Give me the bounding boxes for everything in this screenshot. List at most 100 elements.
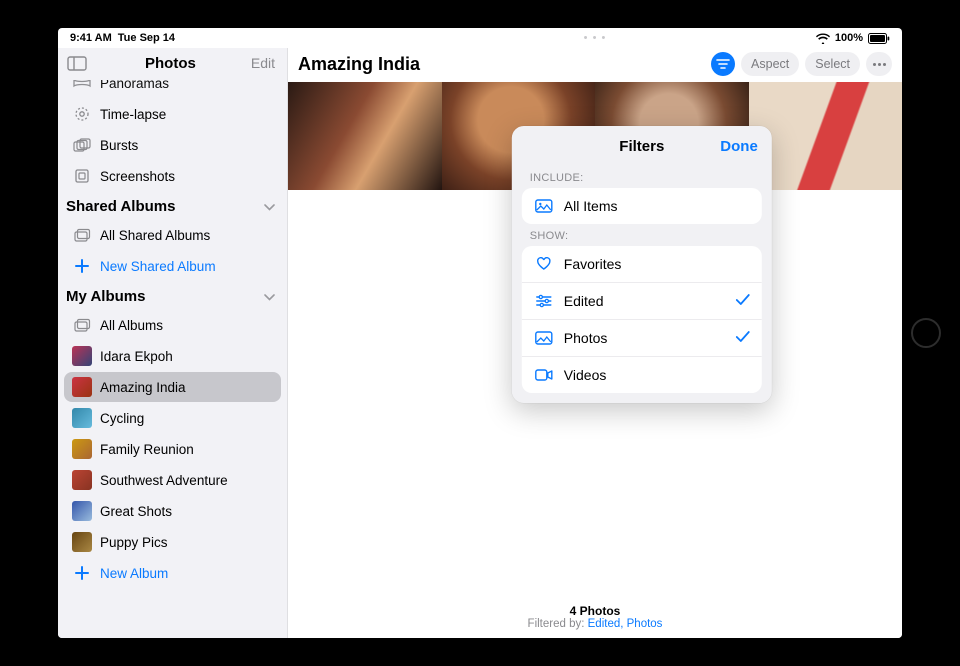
select-button[interactable]: Select: [805, 52, 860, 76]
sidebar-album-family-reunion[interactable]: Family Reunion: [64, 434, 281, 464]
battery-percent: 100%: [835, 32, 863, 44]
filter-videos[interactable]: Videos: [522, 356, 762, 393]
filter-summary: Filtered by: Edited, Photos: [288, 618, 902, 630]
content-footer: 4 Photos Filtered by: Edited, Photos: [288, 604, 902, 630]
chevron-down-icon: [264, 288, 275, 305]
photo-icon: [534, 328, 554, 348]
sidebar-scroll[interactable]: Panoramas Time-lapse Bursts Screens: [58, 80, 287, 638]
album-thumb: [72, 377, 92, 397]
status-time: 9:41 AM: [70, 32, 112, 44]
sidebar-item-label: Southwest Adventure: [100, 473, 228, 488]
section-shared-albums[interactable]: Shared Albums: [58, 192, 287, 219]
sidebar-item-panoramas[interactable]: Panoramas: [64, 80, 281, 98]
popover-title: Filters: [619, 138, 664, 155]
filter-favorites[interactable]: Favorites: [522, 246, 762, 282]
stack-icon: [72, 315, 92, 335]
photo-thumbnail[interactable]: [288, 82, 442, 190]
photo-count: 4 Photos: [288, 604, 902, 618]
heart-icon: [534, 254, 554, 274]
status-bar: 9:41 AM Tue Sep 14 100%: [58, 28, 902, 48]
sidebar-album-great-shots[interactable]: Great Shots: [64, 496, 281, 526]
panoramas-icon: [72, 80, 92, 93]
album-thumb: [72, 439, 92, 459]
section-label: My Albums: [66, 288, 145, 305]
status-date: Tue Sep 14: [118, 32, 175, 44]
sidebar-title: Photos: [145, 55, 196, 72]
sidebar: Photos Edit Panoramas Time-lapse: [58, 48, 288, 638]
plus-icon: [72, 256, 92, 276]
multitask-grabber[interactable]: • • •: [584, 32, 607, 44]
sidebar-item-all-albums[interactable]: All Albums: [64, 310, 281, 340]
sidebar-item-all-shared[interactable]: All Shared Albums: [64, 220, 281, 250]
sidebar-item-label: New Shared Album: [100, 259, 216, 274]
filter-button[interactable]: [711, 52, 735, 76]
sidebar-item-label: Cycling: [100, 411, 144, 426]
checkmark-icon: [736, 293, 750, 309]
album-thumb: [72, 532, 92, 552]
sidebar-album-southwest[interactable]: Southwest Adventure: [64, 465, 281, 495]
sidebar-item-bursts[interactable]: Bursts: [64, 130, 281, 160]
filters-popover: Filters Done INCLUDE: All Items SHOW:: [512, 126, 772, 403]
filter-all-items[interactable]: All Items: [522, 188, 762, 224]
filter-prefix: Filtered by:: [528, 618, 588, 630]
row-label: Photos: [564, 330, 608, 346]
sidebar-item-label: Panoramas: [100, 80, 169, 91]
wifi-icon: [816, 33, 830, 44]
aspect-label: Aspect: [751, 57, 789, 71]
album-thumb: [72, 470, 92, 490]
filter-icon: [716, 58, 730, 70]
checkmark-icon: [736, 330, 750, 346]
sidebar-toggle-icon[interactable]: [64, 53, 90, 73]
row-label: All Items: [564, 198, 618, 214]
sidebar-item-label: Family Reunion: [100, 442, 194, 457]
sidebar-album-puppy-pics[interactable]: Puppy Pics: [64, 527, 281, 557]
sidebar-header: Photos Edit: [58, 48, 287, 80]
row-label: Favorites: [564, 256, 622, 272]
sidebar-new-shared-album[interactable]: New Shared Album: [64, 251, 281, 281]
show-label: SHOW:: [512, 224, 772, 246]
popover-header: Filters Done: [512, 126, 772, 166]
sliders-icon: [534, 291, 554, 311]
section-my-albums[interactable]: My Albums: [58, 282, 287, 309]
sidebar-item-label: Bursts: [100, 138, 138, 153]
home-button[interactable]: [911, 318, 941, 348]
sidebar-edit-button[interactable]: Edit: [251, 55, 275, 71]
all-items-icon: [534, 196, 554, 216]
plus-icon: [72, 563, 92, 583]
video-icon: [534, 365, 554, 385]
content-header: Amazing India Aspect Select: [288, 48, 902, 82]
chevron-down-icon: [264, 198, 275, 215]
more-button[interactable]: [866, 52, 892, 76]
sidebar-item-label: Amazing India: [100, 380, 186, 395]
content: • • • Amazing India Aspect Select: [288, 48, 902, 638]
filter-edited[interactable]: Edited: [522, 282, 762, 319]
done-button[interactable]: Done: [720, 138, 758, 155]
stack-icon: [72, 225, 92, 245]
album-thumb: [72, 408, 92, 428]
filter-photos[interactable]: Photos: [522, 319, 762, 356]
section-label: Shared Albums: [66, 198, 175, 215]
sidebar-album-cycling[interactable]: Cycling: [64, 403, 281, 433]
album-title: Amazing India: [298, 54, 420, 75]
sidebar-item-label: All Albums: [100, 318, 163, 333]
filter-links[interactable]: Edited, Photos: [588, 618, 663, 630]
bursts-icon: [72, 135, 92, 155]
show-group: Favorites Edited Photos: [522, 246, 762, 393]
sidebar-item-label: New Album: [100, 566, 168, 581]
sidebar-item-screenshots[interactable]: Screenshots: [64, 161, 281, 191]
row-label: Edited: [564, 293, 604, 309]
sidebar-item-label: Time-lapse: [100, 107, 166, 122]
sidebar-item-label: Puppy Pics: [100, 535, 168, 550]
sidebar-item-label: Great Shots: [100, 504, 172, 519]
aspect-button[interactable]: Aspect: [741, 52, 799, 76]
sidebar-album-amazing-india[interactable]: Amazing India: [64, 372, 281, 402]
sidebar-album-idara[interactable]: Idara Ekpoh: [64, 341, 281, 371]
select-label: Select: [815, 57, 850, 71]
timelapse-icon: [72, 104, 92, 124]
include-label: INCLUDE:: [512, 166, 772, 188]
header-actions: Aspect Select: [711, 52, 892, 76]
row-label: Videos: [564, 367, 607, 383]
album-thumb: [72, 501, 92, 521]
sidebar-new-album[interactable]: New Album: [64, 558, 281, 588]
sidebar-item-timelapse[interactable]: Time-lapse: [64, 99, 281, 129]
